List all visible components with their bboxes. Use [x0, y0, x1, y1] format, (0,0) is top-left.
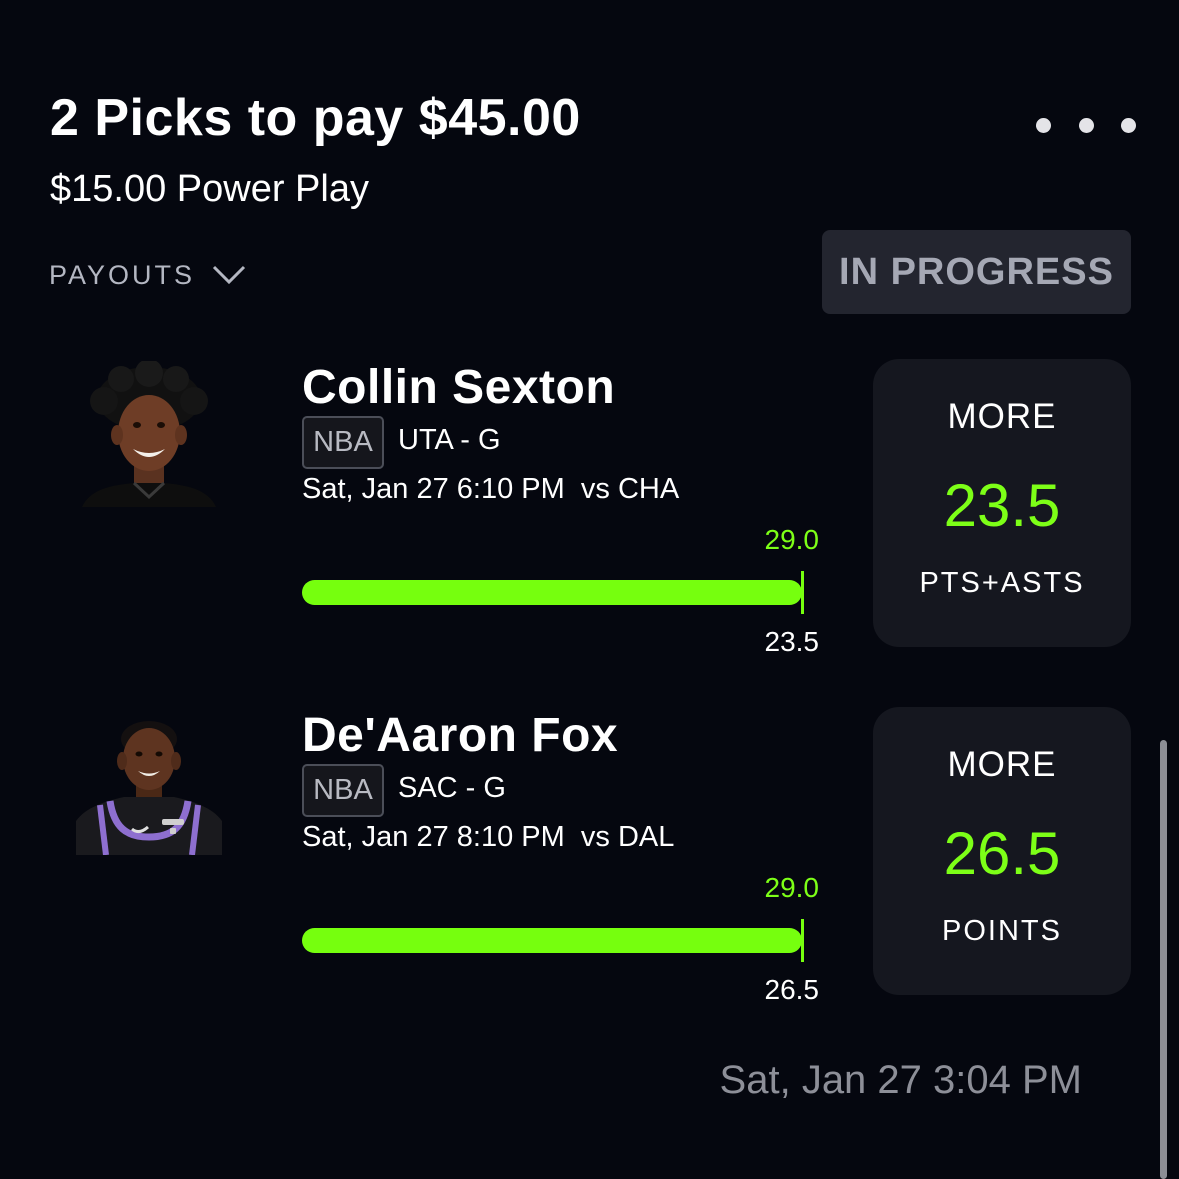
- progress-bar: [302, 928, 802, 953]
- player-name: De'Aaron Fox: [302, 709, 619, 762]
- team-position: SAC - G: [398, 772, 506, 804]
- game-info: Sat, Jan 27 8:10 PM vs DAL: [302, 821, 675, 853]
- payouts-toggle[interactable]: PAYOUTS: [49, 255, 247, 295]
- line-value: 26.5: [764, 974, 820, 1005]
- league-badge: NBA: [302, 764, 384, 817]
- pick-direction: MORE: [947, 397, 1057, 436]
- player-name: Collin Sexton: [302, 361, 616, 414]
- line-marker: [801, 571, 804, 614]
- pick-line: 23.5: [943, 472, 1061, 539]
- scrollbar[interactable]: [1160, 740, 1167, 1179]
- entry-subtitle: $15.00 Power Play: [50, 168, 369, 210]
- pick-card[interactable]: MORE 23.5 PTS+ASTS: [873, 359, 1131, 647]
- pick-row: Collin Sexton NBA UTA - G Sat, Jan 27 6:…: [0, 358, 1179, 658]
- line-marker: [801, 919, 804, 962]
- game-info: Sat, Jan 27 6:10 PM vs CHA: [302, 473, 680, 505]
- more-horizontal-icon-dot: [1078, 117, 1094, 133]
- league-badge: NBA: [302, 416, 384, 469]
- progress-fill: [302, 580, 802, 605]
- progress-fill: [302, 928, 802, 953]
- more-options-button[interactable]: [1036, 110, 1136, 140]
- entry-detail-screen: 2 Picks to pay $45.00 $15.00 Power Play …: [0, 0, 1179, 1179]
- pick-card[interactable]: MORE 26.5 POINTS: [873, 707, 1131, 995]
- pick-stat-type: POINTS: [942, 915, 1062, 947]
- current-stat-value: 29.0: [764, 524, 820, 555]
- line-value: 23.5: [764, 626, 820, 657]
- payouts-label: PAYOUTS: [49, 259, 196, 290]
- more-horizontal-icon: [1036, 117, 1051, 133]
- entry-title: 2 Picks to pay $45.00: [50, 89, 581, 147]
- pick-row: De'Aaron Fox NBA SAC - G Sat, Jan 27 8:1…: [0, 706, 1179, 1006]
- pick-stat-type: PTS+ASTS: [919, 567, 1085, 599]
- entry-timestamp: Sat, Jan 27 3:04 PM: [719, 1058, 1082, 1102]
- pick-line: 26.5: [943, 820, 1061, 887]
- chevron-down-icon: [212, 265, 246, 285]
- player-avatar: [76, 361, 222, 507]
- pick-direction: MORE: [947, 745, 1057, 784]
- player-avatar: [76, 709, 222, 855]
- team-position: UTA - G: [398, 424, 501, 456]
- current-stat-value: 29.0: [764, 872, 820, 903]
- progress-bar: [302, 580, 802, 605]
- more-horizontal-icon-dot: [1121, 117, 1136, 133]
- status-badge: IN PROGRESS: [822, 230, 1131, 314]
